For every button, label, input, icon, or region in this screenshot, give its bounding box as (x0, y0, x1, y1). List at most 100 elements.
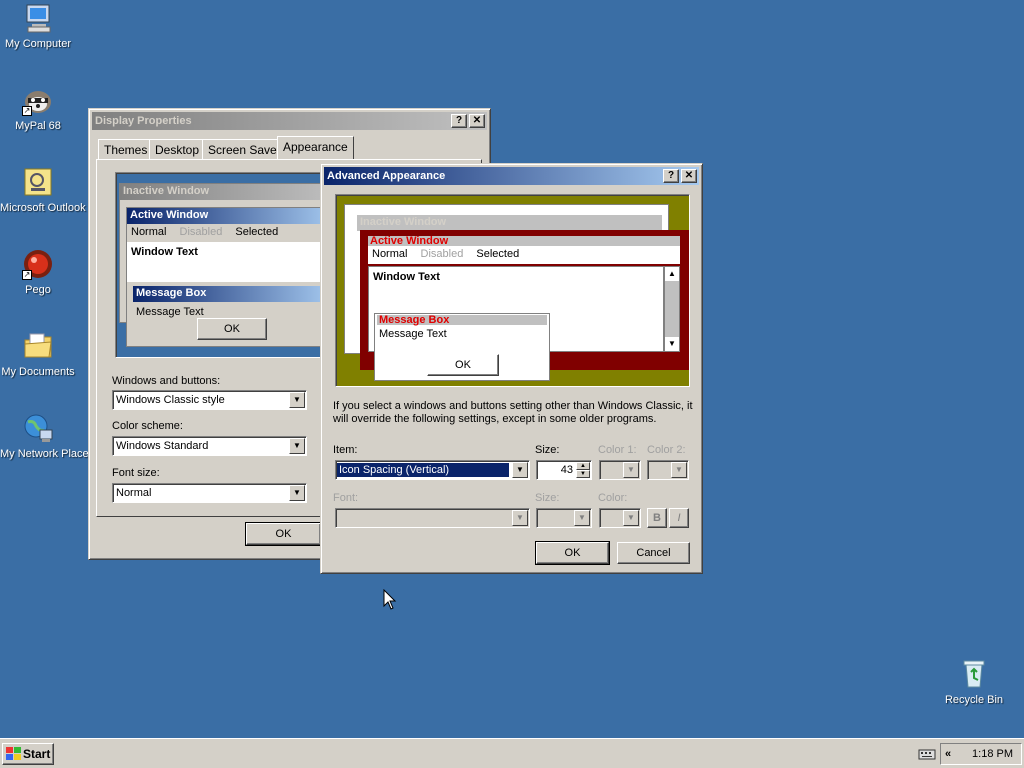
preview-scrollbar: ▲ ▼ (664, 266, 680, 352)
font-label: Font: (333, 492, 359, 504)
advanced-preview[interactable]: Inactive Window Active Window Normal Dis… (335, 194, 690, 387)
item-label: Item: (333, 444, 358, 456)
desktop-icon-my-documents[interactable]: My Documents (0, 330, 76, 379)
preview-menu: Normal Disabled Selected (368, 246, 680, 264)
window-title: Display Properties (95, 115, 192, 127)
preview-ok-button: OK (427, 354, 499, 376)
shortcut-arrow-icon: ↗ (22, 106, 32, 116)
window-title: Advanced Appearance (327, 170, 446, 182)
dropdown-arrow-icon[interactable]: ▼ (574, 510, 590, 526)
item-select[interactable]: Icon Spacing (Vertical) ▼ (335, 460, 530, 480)
font-select[interactable]: ▼ (335, 508, 530, 528)
color-scheme-value: Windows Standard (116, 440, 209, 452)
taskbar: Start « 1:18 PM (0, 738, 1024, 768)
preview-menu-selected: Selected (235, 226, 279, 238)
help-button[interactable]: ? (451, 114, 467, 128)
tab-desktop[interactable]: Desktop (149, 139, 206, 159)
dropdown-arrow-icon[interactable]: ▼ (512, 510, 528, 526)
appearance-preview: Inactive Window Active Window Normal Dis… (115, 172, 321, 358)
outlook-icon (22, 166, 54, 198)
windows-buttons-value: Windows Classic style (116, 394, 225, 406)
scroll-down-icon: ▼ (665, 337, 679, 351)
desktop-icon-mypal[interactable]: ↗ MyPal 68 (0, 84, 76, 133)
color2-label: Color 2: (647, 444, 686, 456)
windows-buttons-label: Windows and buttons: (112, 375, 221, 387)
dropdown-arrow-icon[interactable]: ▼ (671, 462, 687, 478)
dropdown-arrow-icon[interactable]: ▼ (289, 392, 305, 408)
preview-active-title: Active Window (127, 208, 320, 224)
font-size-select[interactable]: Normal ▼ (112, 483, 307, 503)
advanced-appearance-titlebar[interactable]: Advanced Appearance ? ✕ (324, 167, 699, 185)
ok-button[interactable]: OK (535, 541, 610, 565)
dropdown-arrow-icon[interactable]: ▼ (289, 485, 305, 501)
windows-logo-icon (6, 747, 21, 760)
size-label: Size: (535, 444, 560, 456)
preview-msgbox-text: Message Text (379, 328, 447, 340)
preview-menu: Normal Disabled Selected (127, 224, 320, 242)
tab-screen-saver[interactable]: Screen Saver (202, 139, 287, 159)
clock[interactable]: 1:18 PM (972, 744, 1013, 764)
desktop-icon-my-network-places[interactable]: My Network Places (0, 412, 95, 461)
raccoon-icon: ↗ (22, 84, 54, 116)
preview-msgbox-title: Message Box (133, 286, 320, 302)
preview-menu-normal: Normal (372, 248, 408, 260)
desktop-icon-pego[interactable]: ↗ Pego (0, 248, 76, 297)
desktop-icon-label: Microsoft Outlook (0, 202, 86, 214)
color1-label: Color 1: (598, 444, 637, 456)
system-tray: « 1:18 PM (940, 743, 1022, 765)
tab-appearance[interactable]: Appearance (277, 136, 354, 159)
display-properties-titlebar[interactable]: Display Properties ? ✕ (92, 112, 487, 130)
display-properties-ok-button[interactable]: OK (245, 522, 322, 546)
start-button[interactable]: Start (2, 743, 54, 765)
preview-menu-disabled: Disabled (420, 248, 464, 260)
tab-themes[interactable]: Themes (98, 139, 154, 159)
computer-icon (22, 2, 54, 34)
dropdown-arrow-icon[interactable]: ▼ (289, 438, 305, 454)
recycle-bin-icon (958, 658, 990, 690)
preview-menu-disabled: Disabled (179, 226, 223, 238)
close-button[interactable]: ✕ (469, 114, 485, 128)
bold-button[interactable]: B (647, 508, 667, 528)
dropdown-arrow-icon[interactable]: ▼ (512, 462, 528, 478)
font-size-label: Font size: (112, 467, 160, 479)
color-scheme-label: Color scheme: (112, 420, 183, 432)
item-value: Icon Spacing (Vertical) (337, 463, 509, 477)
folder-icon (22, 330, 54, 362)
tray-chevron-icon[interactable]: « (945, 744, 951, 764)
preview-msgbox-titlebar: Message Box (377, 314, 547, 326)
close-button[interactable]: ✕ (681, 169, 697, 183)
cancel-button[interactable]: Cancel (617, 542, 690, 564)
dropdown-arrow-icon[interactable]: ▼ (623, 462, 639, 478)
italic-button[interactable]: I (669, 508, 689, 528)
windows-buttons-select[interactable]: Windows Classic style ▼ (112, 390, 307, 410)
help-button[interactable]: ? (663, 169, 679, 183)
desktop-icon-recycle-bin[interactable]: Recycle Bin (936, 658, 1012, 707)
preview-menu-normal: Normal (131, 226, 167, 238)
spin-down-icon[interactable]: ▼ (576, 470, 590, 478)
color-scheme-select[interactable]: Windows Standard ▼ (112, 436, 307, 456)
font-color-label: Color: (598, 492, 628, 504)
desktop-icon-label: My Documents (1, 366, 75, 378)
font-size-value: Normal (116, 487, 152, 499)
desktop-icon-label: My Computer (4, 38, 72, 50)
font-color-picker[interactable]: ▼ (599, 508, 641, 528)
color2-picker[interactable]: ▼ (647, 460, 689, 480)
preview-menu-selected: Selected (476, 248, 520, 260)
shortcut-arrow-icon: ↗ (22, 270, 32, 280)
dropdown-arrow-icon[interactable]: ▼ (623, 510, 639, 526)
desktop-icon-outlook[interactable]: Microsoft Outlook (0, 166, 86, 215)
spin-up-icon[interactable]: ▲ (576, 462, 590, 470)
keyboard-icon[interactable] (918, 747, 936, 761)
font-size-select[interactable]: ▼ (536, 508, 592, 528)
size-spinner[interactable]: 43 ▲ ▼ (536, 460, 592, 480)
mouse-cursor-icon (383, 589, 397, 610)
desktop-icon-label: My Network Places (0, 448, 95, 460)
preview-window-text: Window Text (127, 242, 320, 282)
preview-inactive-title: Inactive Window (120, 184, 320, 200)
font-size-label: Size: (535, 492, 560, 504)
info-text: If you select a windows and buttons sett… (333, 400, 693, 425)
pego-icon: ↗ (22, 248, 54, 280)
scroll-up-icon: ▲ (665, 267, 679, 281)
color1-picker[interactable]: ▼ (599, 460, 641, 480)
desktop-icon-my-computer[interactable]: My Computer (0, 2, 76, 51)
